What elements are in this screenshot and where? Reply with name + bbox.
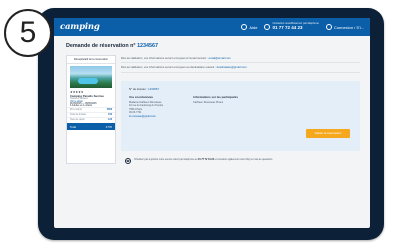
user-icon [325, 24, 332, 30]
reservation-summary-card: Récapitulatif de la réservation ★★★★★ Ca… [66, 55, 116, 164]
help-notice: ☎ N'hésitez pas à joindre notre service … [125, 157, 360, 164]
reservation-number: 1234567 [137, 43, 159, 49]
brand-logo[interactable]: camping [60, 22, 100, 32]
reservation-details-column: Dès sa validation, vos informations sero… [121, 55, 360, 164]
total-row: Total 477€ [67, 123, 115, 130]
help-phone[interactable]: 01 77 72 44 23 [198, 158, 214, 161]
page-title: Demande de réservation n° 1234567 [66, 43, 360, 49]
screen: camping Aide Contactez-nous/Réservez par… [54, 18, 370, 228]
help-icon [241, 24, 248, 30]
price-row-label: Frais de dossier [70, 114, 87, 116]
phone-number: 01 77 72 44 23 [272, 25, 303, 30]
participants-details: Informations sur les participants Kathle… [193, 95, 238, 119]
price-row-value: 15€ [108, 114, 112, 116]
dossier-label: N° de dossier : [129, 86, 148, 91]
price-row-value: 450€ [106, 109, 112, 111]
contact-details: Vos coordonnées Madame Kathleen Rousseau… [129, 95, 163, 119]
step-number: 5 [19, 16, 37, 49]
validate-reservation-button[interactable]: Valider la réservation [306, 128, 350, 138]
help-label: Aide [249, 24, 258, 30]
campsite-photo [70, 66, 112, 88]
main-content: Demande de réservation n° 1234567 Récapi… [54, 36, 370, 164]
email-notice-address[interactable]: email@email.com [208, 56, 230, 60]
email-notice-text: Dès sa validation, vos informations sero… [121, 55, 208, 60]
price-row: Taxe de séjour 12€ [67, 117, 115, 122]
price-row-value: 12€ [108, 119, 112, 121]
top-navigation-bar: camping Aide Contactez-nous/Réservez par… [54, 18, 370, 36]
booking-details-card: N° de dossier : 1234567 Vos coordonnées … [121, 80, 360, 151]
price-row-label: Taxe de séjour [70, 119, 85, 121]
help-text-1: N'hésitez pas à joindre notre service cl… [134, 157, 198, 161]
recipient-notice-address[interactable]: destinataire@gmail.com [217, 65, 247, 69]
page-title-text: Demande de réservation n° [66, 43, 136, 49]
step-badge: 5 [4, 9, 52, 57]
total-value: 477€ [105, 124, 112, 129]
participants-heading: Informations sur les participants [193, 94, 238, 99]
price-row-label: Prix produit [70, 109, 82, 111]
details-columns: Vos coordonnées Madame Kathleen Rousseau… [129, 95, 352, 119]
phone-block: Contactez-nous/Réservez par téléphone 01… [272, 23, 318, 30]
recipient-notice-text: Dès sa validation, vos informations sero… [121, 64, 216, 69]
phone-caption: Contactez-nous/Réservez par téléphone [272, 22, 319, 26]
help-text-2: et consulter également notre FAQ en cas … [214, 157, 273, 161]
phone-icon [264, 24, 271, 30]
account-label: Connexion / S'i... [333, 24, 364, 30]
contact-lines: Madame Kathleen Rousseau 16 rue du Faubo… [129, 101, 163, 119]
content-columns: Récapitulatif de la réservation ★★★★★ Ca… [66, 55, 360, 164]
help-link[interactable]: Aide [241, 24, 257, 30]
contact-heading: Vos coordonnées [129, 94, 154, 99]
dossier-value: 1234567 [148, 86, 160, 91]
total-label: Total [70, 124, 76, 129]
phone-icon: ☎ [125, 157, 131, 164]
dossier-number: N° de dossier : 1234567 [129, 87, 352, 91]
phone-contact[interactable]: Contactez-nous/Réservez par téléphone 01… [264, 23, 319, 30]
account-menu[interactable]: Connexion / S'i... [325, 24, 364, 30]
topbar-actions: Aide Contactez-nous/Réservez par télépho… [241, 23, 364, 30]
participants-line: Kathleen Rousseau 38 ans [193, 100, 224, 104]
help-text: N'hésitez pas à joindre notre service cl… [134, 158, 273, 161]
contact-email[interactable]: kr.rousseau@gmail.com [129, 115, 163, 119]
recipient-notice: Dès sa validation, vos informations sero… [121, 64, 360, 73]
summary-header: Récapitulatif de la réservation [67, 56, 115, 64]
email-notice: Dès sa validation, vos informations sero… [121, 55, 360, 64]
